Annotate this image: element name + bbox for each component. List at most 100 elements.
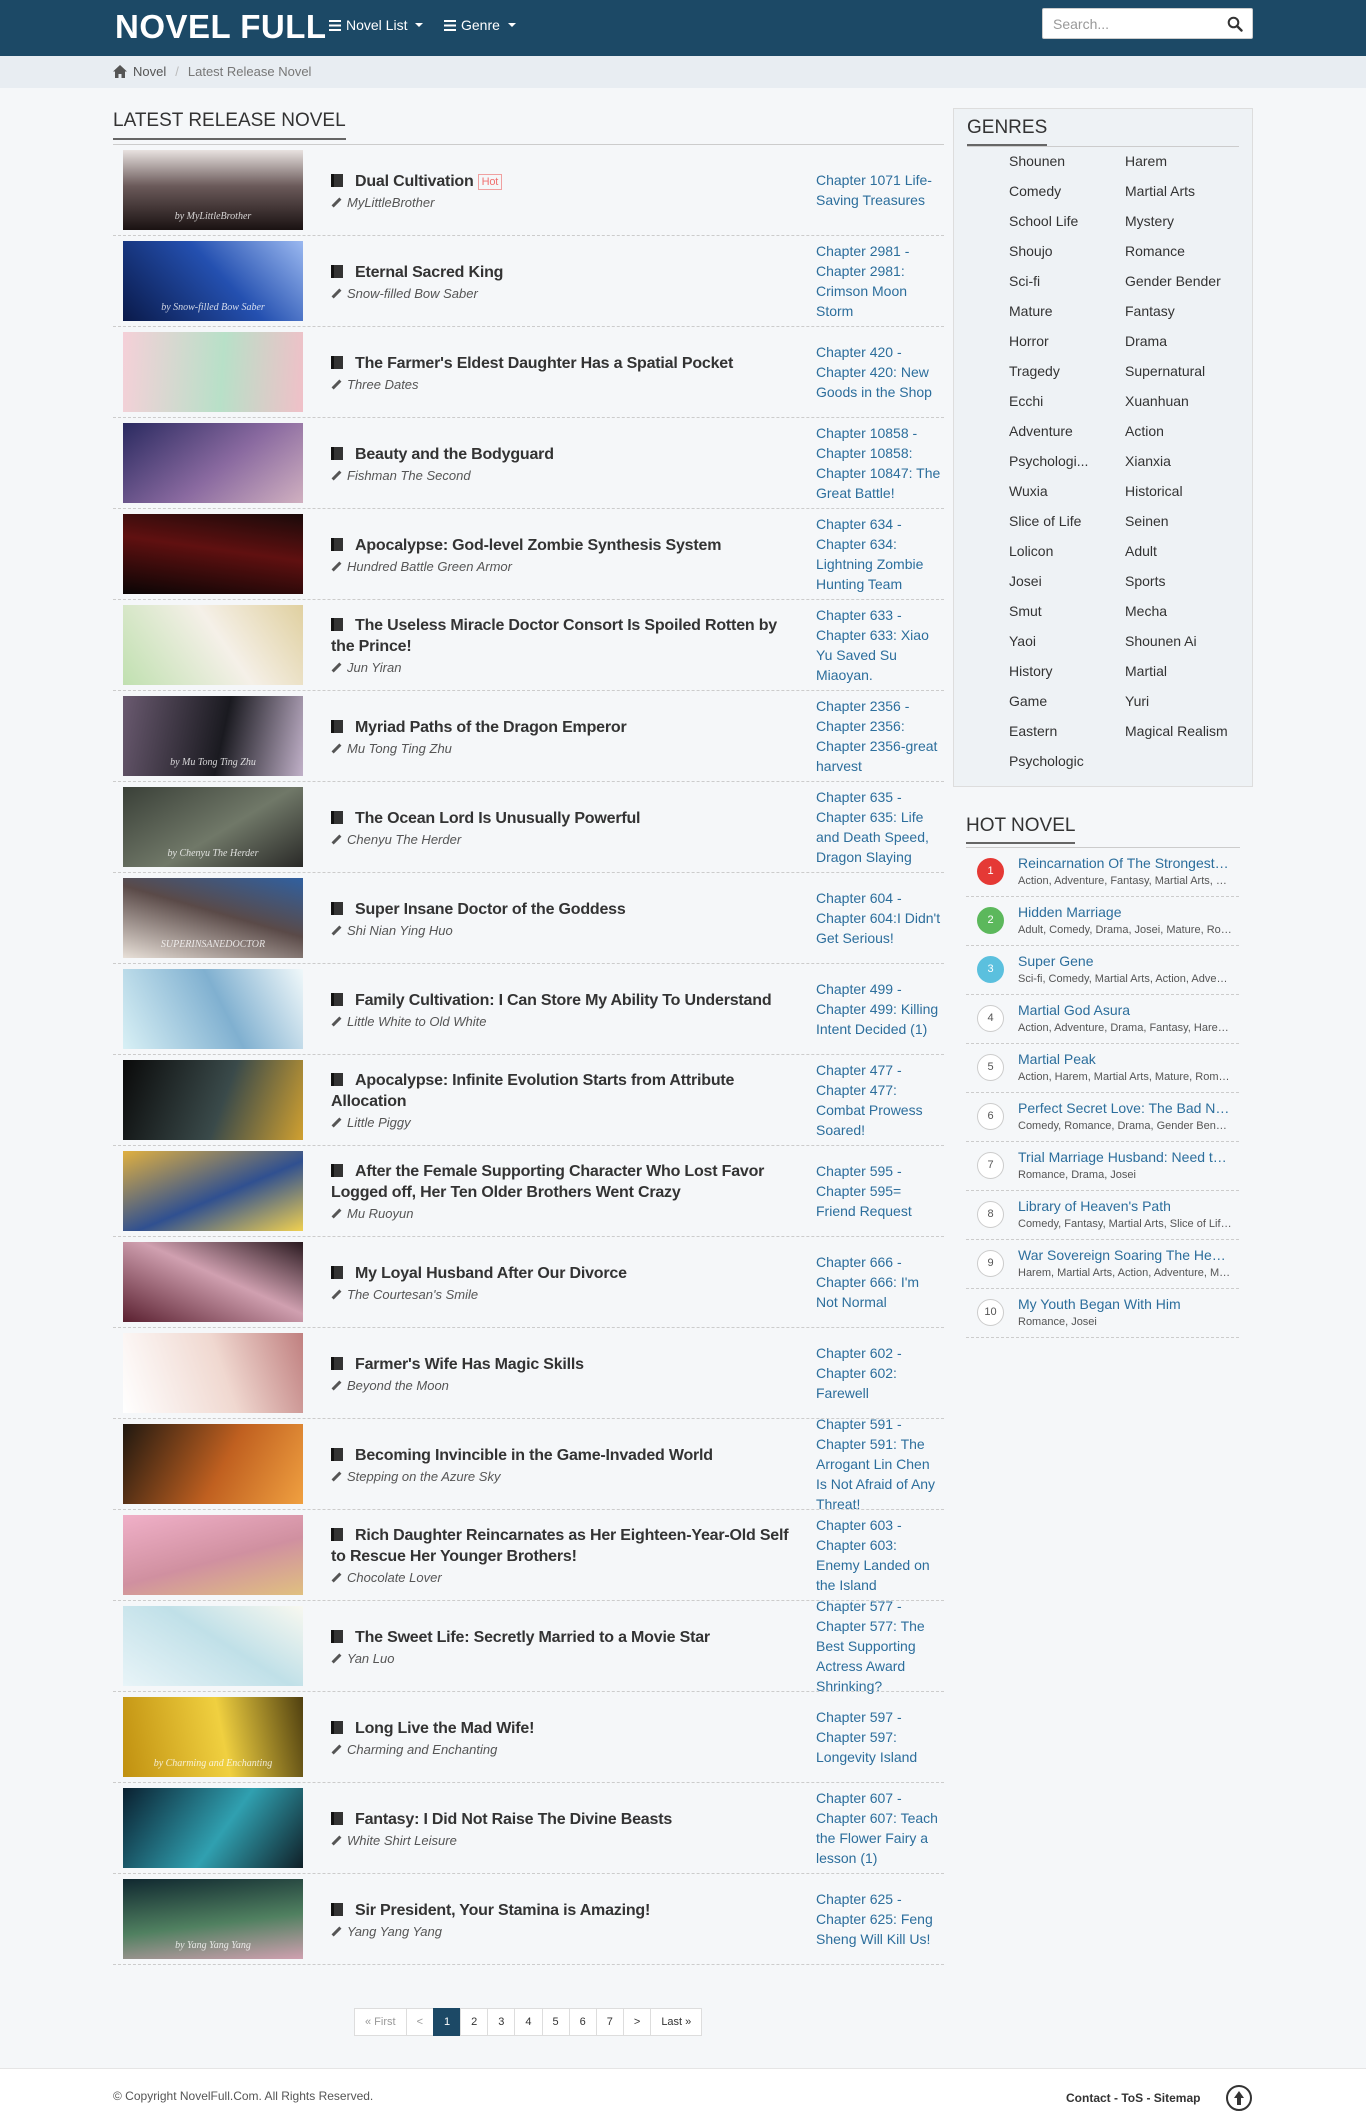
- hot-novel-title[interactable]: Martial Peak: [1018, 1051, 1232, 1067]
- latest-chapter-link[interactable]: Chapter 597 - Chapter 597: Longevity Isl…: [816, 1692, 944, 1782]
- hot-novel-title[interactable]: Hidden Marriage: [1018, 904, 1232, 920]
- hot-novel-title[interactable]: War Sovereign Soaring The Heavens: [1018, 1247, 1232, 1263]
- latest-chapter-link[interactable]: Chapter 625 - Chapter 625: Feng Sheng Wi…: [816, 1874, 944, 1964]
- novel-title[interactable]: Fantasy: I Did Not Raise The Divine Beas…: [331, 1809, 796, 1830]
- latest-chapter-link[interactable]: Chapter 595 - Chapter 595= Friend Reques…: [816, 1146, 944, 1236]
- genre-link[interactable]: Harem: [1125, 153, 1167, 169]
- page-last[interactable]: Last »: [650, 2008, 703, 2036]
- genre-link[interactable]: Xianxia: [1125, 453, 1171, 469]
- novel-title[interactable]: Eternal Sacred King: [331, 262, 796, 283]
- novel-cover[interactable]: [123, 1515, 303, 1595]
- novel-cover[interactable]: [123, 1606, 303, 1686]
- genre-link[interactable]: Game: [1009, 693, 1047, 709]
- genre-link[interactable]: Fantasy: [1125, 303, 1175, 319]
- hot-novel-title[interactable]: Trial Marriage Husband: Need to Work Har…: [1018, 1149, 1232, 1165]
- page-number[interactable]: 2: [460, 2008, 489, 2036]
- novel-title[interactable]: Super Insane Doctor of the Goddess: [331, 899, 796, 920]
- breadcrumb-home[interactable]: Novel: [113, 64, 166, 79]
- genre-link[interactable]: Seinen: [1125, 513, 1169, 529]
- hot-novel-title[interactable]: Martial God Asura: [1018, 1002, 1232, 1018]
- novel-cover[interactable]: by Mu Tong Ting Zhu: [123, 696, 303, 776]
- novel-cover[interactable]: [123, 1424, 303, 1504]
- latest-chapter-link[interactable]: Chapter 499 - Chapter 499: Killing Inten…: [816, 964, 944, 1054]
- search-icon[interactable]: [1227, 16, 1243, 32]
- genre-link[interactable]: Mystery: [1125, 213, 1174, 229]
- latest-chapter-link[interactable]: Chapter 635 - Chapter 635: Life and Deat…: [816, 782, 944, 872]
- page-number[interactable]: 5: [541, 2008, 570, 2036]
- novel-title[interactable]: Long Live the Mad Wife!: [331, 1718, 796, 1739]
- novel-title[interactable]: The Farmer's Eldest Daughter Has a Spati…: [331, 353, 796, 374]
- novel-title[interactable]: The Sweet Life: Secretly Married to a Mo…: [331, 1627, 796, 1648]
- hot-novel-title[interactable]: Perfect Secret Love: The Bad New Wife is…: [1018, 1100, 1232, 1116]
- hot-novel-title[interactable]: Super Gene: [1018, 953, 1232, 969]
- genre-link[interactable]: Shoujo: [1009, 243, 1053, 259]
- latest-chapter-link[interactable]: Chapter 1071 Life-Saving Treasures: [816, 145, 944, 235]
- genre-link[interactable]: Tragedy: [1009, 363, 1060, 379]
- footer-sitemap-link[interactable]: Sitemap: [1154, 2091, 1201, 2105]
- hot-novel-title[interactable]: Reincarnation Of The Strongest Sword God: [1018, 855, 1232, 871]
- genre-link[interactable]: Ecchi: [1009, 393, 1043, 409]
- latest-chapter-link[interactable]: Chapter 604 - Chapter 604:I Didn't Get S…: [816, 873, 944, 963]
- novel-title[interactable]: Apocalypse: God-level Zombie Synthesis S…: [331, 535, 796, 556]
- genre-link[interactable]: Drama: [1125, 333, 1167, 349]
- novel-cover[interactable]: [123, 423, 303, 503]
- latest-chapter-link[interactable]: Chapter 591 - Chapter 591: The Arrogant …: [816, 1416, 944, 1512]
- genre-link[interactable]: Martial: [1125, 663, 1167, 679]
- genre-link[interactable]: Horror: [1009, 333, 1049, 349]
- page-prev[interactable]: <: [405, 2008, 434, 2036]
- novel-title[interactable]: The Useless Miracle Doctor Consort Is Sp…: [331, 615, 796, 657]
- novel-title[interactable]: Rich Daughter Reincarnates as Her Eighte…: [331, 1525, 796, 1567]
- hot-novel-title[interactable]: My Youth Began With Him: [1018, 1296, 1232, 1312]
- genre-link[interactable]: Action: [1125, 423, 1164, 439]
- nav-genre[interactable]: Genre: [444, 17, 516, 33]
- genre-link[interactable]: Adult: [1125, 543, 1157, 559]
- novel-title[interactable]: Farmer's Wife Has Magic Skills: [331, 1354, 796, 1375]
- genre-link[interactable]: Magical Realism: [1125, 723, 1228, 739]
- novel-title[interactable]: Becoming Invincible in the Game-Invaded …: [331, 1445, 796, 1466]
- genre-link[interactable]: Shounen: [1009, 153, 1065, 169]
- genre-link[interactable]: Slice of Life: [1009, 513, 1081, 529]
- novel-cover[interactable]: SUPERINSANEDOCTOR: [123, 878, 303, 958]
- novel-title[interactable]: After the Female Supporting Character Wh…: [331, 1161, 796, 1203]
- latest-chapter-link[interactable]: Chapter 2356 - Chapter 2356: Chapter 235…: [816, 691, 944, 781]
- latest-chapter-link[interactable]: Chapter 666 - Chapter 666: I'm Not Norma…: [816, 1237, 944, 1327]
- genre-link[interactable]: Wuxia: [1009, 483, 1048, 499]
- novel-cover[interactable]: by MyLittleBrother: [123, 150, 303, 230]
- page-first[interactable]: « First: [354, 2008, 407, 2036]
- novel-title[interactable]: Family Cultivation: I Can Store My Abili…: [331, 990, 796, 1011]
- genre-link[interactable]: Shounen Ai: [1125, 633, 1197, 649]
- novel-cover[interactable]: by Yang Yang Yang: [123, 1879, 303, 1959]
- page-number[interactable]: 1: [433, 2008, 462, 2036]
- novel-title[interactable]: Apocalypse: Infinite Evolution Starts fr…: [331, 1070, 796, 1112]
- page-next[interactable]: >: [622, 2008, 652, 2036]
- footer-contact-link[interactable]: Contact: [1066, 2091, 1111, 2105]
- back-to-top-icon[interactable]: [1226, 2085, 1252, 2111]
- genre-link[interactable]: Adventure: [1009, 423, 1073, 439]
- page-number[interactable]: 4: [514, 2008, 543, 2036]
- nav-novel-list[interactable]: Novel List: [329, 17, 424, 33]
- novel-cover[interactable]: [123, 1333, 303, 1413]
- genre-link[interactable]: Mature: [1009, 303, 1053, 319]
- genre-link[interactable]: Psychologi...: [1009, 453, 1088, 469]
- genre-link[interactable]: Romance: [1125, 243, 1185, 259]
- genre-link[interactable]: Supernatural: [1125, 363, 1205, 379]
- genre-link[interactable]: Yuri: [1125, 693, 1149, 709]
- novel-title[interactable]: The Ocean Lord Is Unusually Powerful: [331, 808, 796, 829]
- novel-cover[interactable]: [123, 1242, 303, 1322]
- genre-link[interactable]: Gender Bender: [1125, 273, 1221, 289]
- latest-chapter-link[interactable]: Chapter 477 - Chapter 477: Combat Prowes…: [816, 1055, 944, 1145]
- novel-cover[interactable]: [123, 1060, 303, 1140]
- novel-cover[interactable]: [123, 514, 303, 594]
- genre-link[interactable]: Yaoi: [1009, 633, 1036, 649]
- novel-title[interactable]: Sir President, Your Stamina is Amazing!: [331, 1900, 796, 1921]
- hot-novel-title[interactable]: Library of Heaven's Path: [1018, 1198, 1232, 1214]
- genre-link[interactable]: Josei: [1009, 573, 1042, 589]
- genre-link[interactable]: Mecha: [1125, 603, 1167, 619]
- latest-chapter-link[interactable]: Chapter 607 - Chapter 607: Teach the Flo…: [816, 1783, 944, 1873]
- novel-cover[interactable]: [123, 332, 303, 412]
- novel-title[interactable]: Beauty and the Bodyguard: [331, 444, 796, 465]
- genre-link[interactable]: Sports: [1125, 573, 1165, 589]
- genre-link[interactable]: Xuanhuan: [1125, 393, 1189, 409]
- latest-chapter-link[interactable]: Chapter 577 - Chapter 577: The Best Supp…: [816, 1598, 944, 1694]
- latest-chapter-link[interactable]: Chapter 420 - Chapter 420: New Goods in …: [816, 327, 944, 417]
